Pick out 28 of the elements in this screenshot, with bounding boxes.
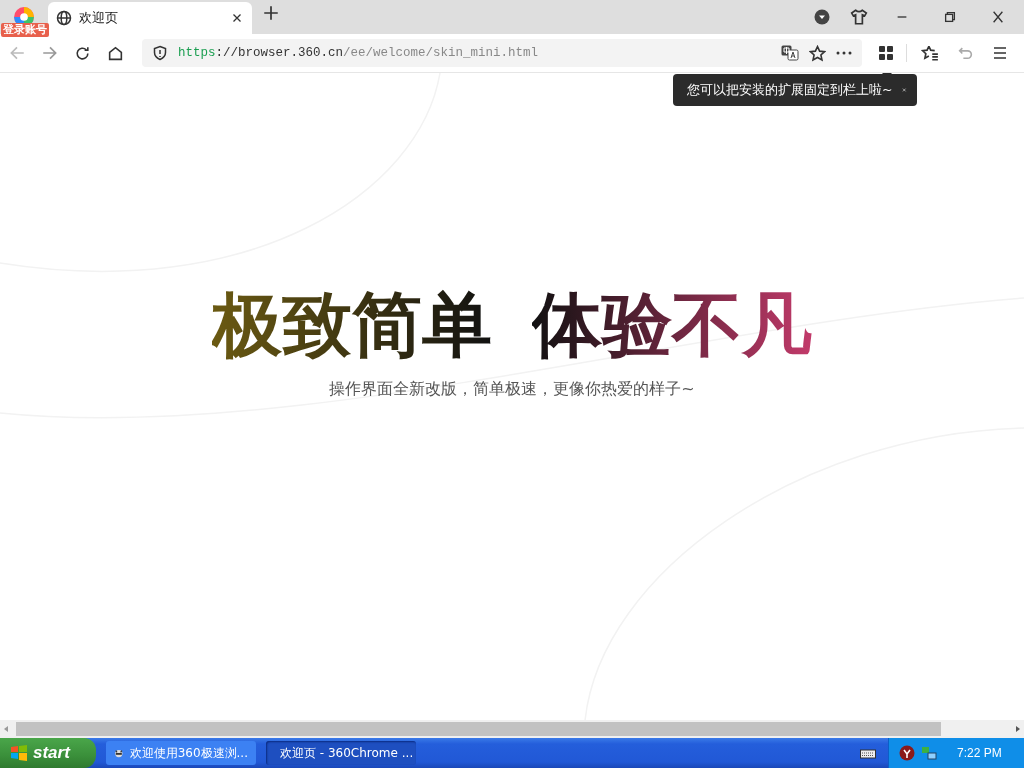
extensions-icon[interactable] <box>878 45 894 61</box>
globe-icon <box>56 10 72 26</box>
favorites-icon[interactable] <box>921 44 939 62</box>
windows-flag-icon <box>10 744 28 762</box>
new-tab-icon[interactable] <box>262 4 280 22</box>
tooltip-text: 您可以把安装的扩展固定到栏上啦~ <box>687 81 893 99</box>
reload-icon[interactable] <box>74 44 91 62</box>
subtitle-text: 操作界面全新改版，简单极速，更像你热爱的样子~ <box>329 379 695 400</box>
more-icon[interactable] <box>836 51 852 55</box>
taskbar-button[interactable]: 欢迎页 - 360Chrome ... <box>266 741 416 765</box>
network-icon[interactable] <box>921 745 937 761</box>
address-field[interactable]: https://browser.360.cn/ee/welcome/skin_mini.html <box>142 39 862 67</box>
star-icon[interactable] <box>809 44 826 62</box>
forward-icon[interactable] <box>40 44 59 62</box>
scrollbar-thumb[interactable] <box>16 722 941 736</box>
keyboard-icon[interactable] <box>860 747 876 759</box>
translate-icon[interactable] <box>781 45 799 61</box>
home-icon[interactable] <box>107 44 124 62</box>
shirt-icon[interactable] <box>850 8 868 26</box>
menu-icon[interactable] <box>992 45 1008 61</box>
url-text: https://browser.360.cn/ee/welcome/skin_mini.html <box>178 46 539 60</box>
start-button[interactable]: start <box>0 738 96 768</box>
tab-title: 欢迎页 <box>79 9 118 27</box>
taskbar-button[interactable]: 欢迎使用360极速浏... <box>106 741 256 765</box>
browser-tab[interactable]: 欢迎页 <box>48 2 252 34</box>
shield-icon <box>152 45 168 61</box>
dropdown-icon[interactable] <box>814 9 830 25</box>
clock-text: 7:22 PM <box>957 746 1002 760</box>
